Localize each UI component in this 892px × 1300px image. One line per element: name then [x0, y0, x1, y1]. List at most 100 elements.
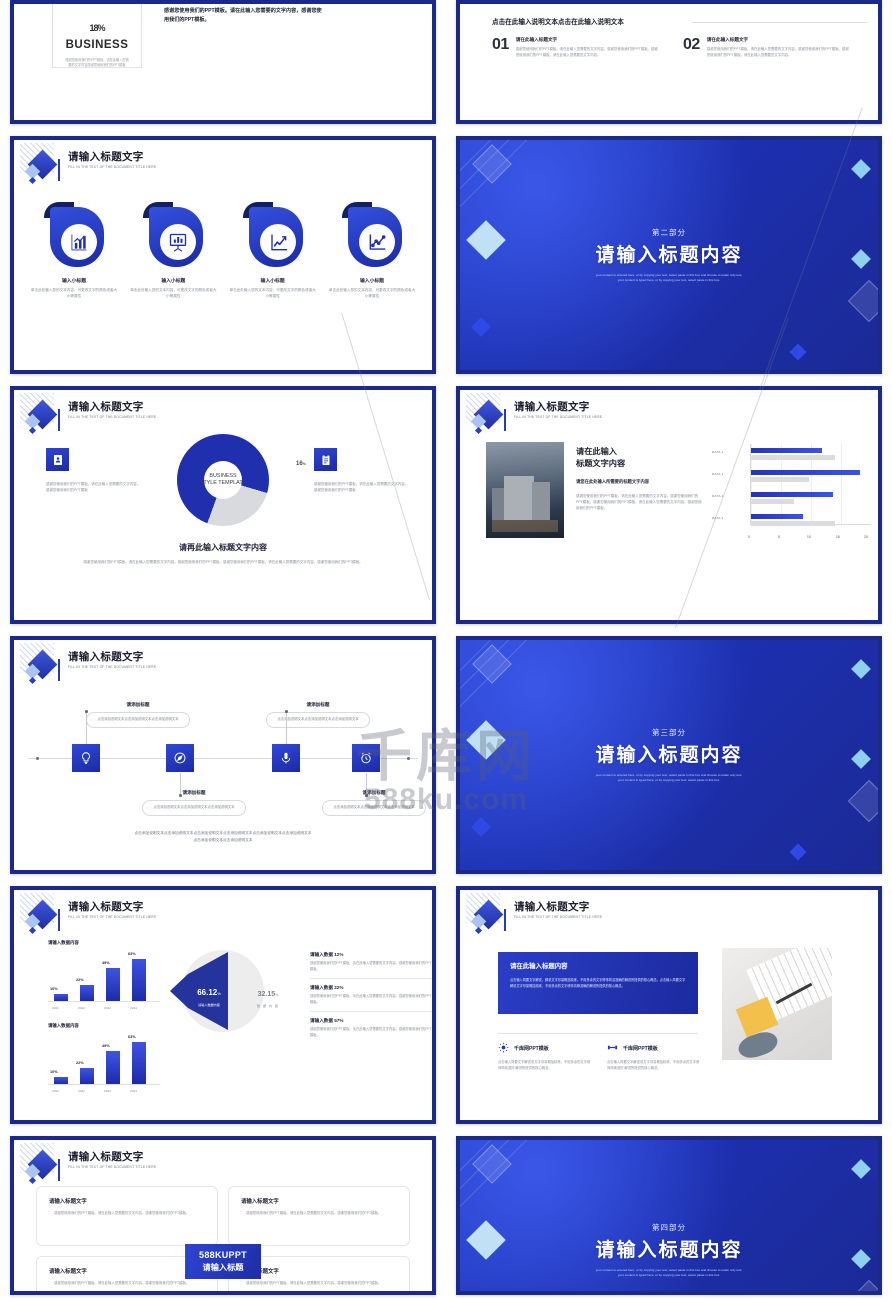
item-body: 感谢您使用我们的PPT模板。请在此输入您需要的文字内容。感谢您使用我们的PPT模…	[310, 994, 432, 1004]
slide-9[interactable]: 请输入标题文字 FILL IN THE TEXT OF THE DOCUMENT…	[10, 886, 436, 1124]
slide-cell-9[interactable]: 请输入标题文字 FILL IN THE TEXT OF THE DOCUMENT…	[0, 880, 446, 1130]
donut-center-label: BUSINESS STYLE TEMPLATE	[193, 473, 253, 487]
feature-item[interactable]: 输入小标题 单击此处输入您的文本内容，可更改文字的颜色或者大小等属性	[30, 202, 118, 300]
city-skyline-photo	[486, 442, 564, 538]
slide-subtitle: FILL IN THE TEXT OF THE DOCUMENT TITLE H…	[514, 415, 603, 419]
slide-3[interactable]: 请输入标题文字 FILL IN THE TEXT OF THE DOCUMENT…	[10, 136, 436, 374]
timeline-caption: 请添加标题 点击添加说明文本点击添加说明文本点击添加说明文本	[266, 702, 370, 728]
stat-number: 18%	[53, 11, 141, 37]
card-body: 感谢您使用我们的PPT模板。请在此输入您需要的文字内容。感谢您使用我们的PPT模…	[240, 1280, 397, 1287]
slide1-body: 感谢您使用我们的PPT模板。请在此输入您需要的文字内容。感谢您使用我们的PPT模…	[164, 4, 324, 25]
stat-caption: 感谢您使用我们的PPT模板。请在此输入您需要的文字内容感谢您使用我们的PPT模板	[65, 58, 129, 67]
title-line2: 标题文字内容	[576, 459, 626, 468]
item-body: 感谢您使用我们的PPT模板。请在此输入您需要的文字内容。感谢您使用我们的PPT模…	[515, 47, 658, 57]
slide-cell-2[interactable]: 点击在此输入说明文本点击在此输入说明文本 01 请在此输入标题文字 感谢您使用我…	[446, 0, 892, 130]
slide-cell-5[interactable]: 请输入标题文字 FILL IN THE TEXT OF THE DOCUMENT…	[0, 380, 446, 630]
slide-cell-12[interactable]: 第四部分 请输入标题内容 your content is entered her…	[446, 1130, 892, 1295]
chart-title: 请输入数据内容	[48, 940, 79, 945]
slide-subtitle: FILL IN THE TEXT OF THE DOCUMENT TITLE H…	[68, 665, 157, 669]
chart-title: 请输入数据内容	[48, 1023, 79, 1028]
bar-category-label: DATA 1	[712, 472, 724, 476]
microphone-icon[interactable]	[272, 744, 300, 772]
footer-title: 请再此输入标题文字内容	[179, 543, 267, 552]
desk-keyboard-notes-photo	[722, 948, 832, 1060]
bar-category-label: DATA 1	[712, 516, 724, 520]
slide-header: 请输入标题文字 FILL IN THE TEXT OF THE DOCUMENT…	[466, 393, 603, 439]
slide-cell-6[interactable]: 请输入标题文字 FILL IN THE TEXT OF THE DOCUMENT…	[446, 380, 892, 630]
slide-subtitle: FILL IN THE TEXT OF THE DOCUMENT TITLE H…	[68, 915, 157, 919]
donut-center-line1: BUSINESS	[209, 472, 237, 479]
slide-title: 请输入标题文字	[514, 901, 590, 913]
caption-body: 点击添加说明文本点击添加说明文本点击添加说明文本	[86, 712, 190, 728]
bar-value: 22%	[76, 978, 84, 982]
slide-cell-11[interactable]: 请输入标题文字 FILL IN THE TEXT OF THE DOCUMENT…	[0, 1130, 446, 1295]
clipboard-icon	[314, 448, 337, 471]
list-item: 请输入数据 57% 感谢您使用我们的PPT模板。请在此输入您需要的文字内容。感谢您…	[310, 1011, 432, 1044]
bar-value: 10%	[50, 987, 58, 991]
x-tick: 2023	[104, 1089, 111, 1093]
x-tick: 10	[807, 535, 811, 539]
slide-cell-7[interactable]: 请输入标题文字 FILL IN THE TEXT OF THE DOCUMENT…	[0, 630, 446, 880]
slide-title: 请输入标题文字	[68, 1151, 144, 1163]
info-card: 请输入标题文字感谢您使用我们的PPT模板。请在此输入您需要的文字内容。感谢您使用…	[228, 1186, 410, 1246]
slide-subtitle: FILL IN THE TEXT OF THE DOCUMENT TITLE H…	[68, 1165, 157, 1169]
timeline-caption: 请添加标题 点击添加说明文本点击添加说明文本点击添加说明文本	[142, 790, 246, 816]
slide-10[interactable]: 请输入标题文字 FILL IN THE TEXT OF THE DOCUMENT…	[456, 886, 882, 1124]
divider	[498, 1033, 698, 1034]
x-tick: 0	[748, 535, 750, 539]
bar-category-label: DATA 1	[712, 450, 724, 454]
slide2-heading: 点击在此输入说明文本点击在此输入说明文本	[492, 19, 624, 26]
slide-7[interactable]: 请输入标题文字 FILL IN THE TEXT OF THE DOCUMENT…	[10, 636, 436, 874]
compass-icon[interactable]	[166, 744, 194, 772]
slide-cell-4[interactable]: 第二部分 请输入标题内容 your content is entered her…	[446, 130, 892, 380]
slide-5[interactable]: 请输入标题文字 FILL IN THE TEXT OF THE DOCUMENT…	[10, 386, 436, 624]
slide-6[interactable]: 请输入标题文字 FILL IN THE TEXT OF THE DOCUMENT…	[456, 386, 882, 624]
feature-body: 点击输入简要文字解说说文字尽量概括精炼，不用多余的文字修饰简晰准的 解说所提供的…	[607, 1060, 700, 1070]
caption-body: 点击添加说明文本点击添加说明文本点击添加说明文本	[142, 800, 246, 816]
feature-title: 千库网PPT模板	[623, 1046, 658, 1052]
slide-cell-8[interactable]: 第三部分 请输入标题内容 your content is entered her…	[446, 630, 892, 880]
lightbulb-icon[interactable]	[72, 744, 100, 772]
item-title: 请在此输入标题文字	[515, 37, 558, 42]
section-en-2: your content is typed here, or by copyin…	[617, 278, 721, 282]
feature-item[interactable]: 输入小标题 单击此处输入您的文本内容，可更改文字的颜色或者大小等属性	[129, 202, 217, 300]
side-text-left: 感谢您使用我们的PPT模板。请在此输入您需要的文字内容。感谢您使用我们的PPT模…	[46, 482, 141, 493]
slide-section-4[interactable]: 第四部分 请输入标题内容 your content is entered her…	[456, 1136, 882, 1295]
card-body: 感谢您使用我们的PPT模板。请在此输入您需要的文字内容。感谢您使用我们的PPT模…	[48, 1210, 205, 1217]
bar-chart-growth-icon	[61, 224, 97, 260]
feature-body: 单击此处输入您的文本内容，可更改文字的颜色或者大小等属性	[229, 288, 316, 298]
section-title: 请输入标题内容	[595, 1240, 743, 1261]
footer-line2: 点击添加说明文本点击添加说明文本	[193, 838, 253, 842]
slide-cell-1[interactable]: 18% BUSINESS 感谢您使用我们的PPT模板。请在此输入您需要的文字内容…	[0, 0, 446, 130]
feature-item[interactable]: 输入小标题 单击此处输入您的文本内容，可更改文字的颜色或者大小等属性	[229, 202, 317, 300]
bar-value: 49%	[102, 1044, 110, 1048]
slide-subtitle: FILL IN THE TEXT OF THE DOCUMENT TITLE H…	[514, 915, 603, 919]
slide-section-2[interactable]: 第二部分 请输入标题内容 your content is entered her…	[456, 136, 882, 374]
item-title: 请输入数据 22%	[310, 985, 344, 991]
slide-section-3[interactable]: 第三部分 请输入标题内容 your content is entered her…	[456, 636, 882, 874]
stat-box: 18% BUSINESS 感谢您使用我们的PPT模板。请在此输入您需要的文字内容…	[52, 4, 142, 68]
feature-item[interactable]: 输入小标题 单击此处输入您的文本内容，可更改文字的颜色或者大小等属性	[328, 202, 416, 300]
section-en-1: your content is entered here, or by copy…	[595, 1268, 743, 1272]
section-part: 第四部分	[652, 1223, 686, 1232]
x-tick: 2024	[130, 1006, 137, 1010]
item-body: 感谢您使用我们的PPT模板。请在此输入您需要的文字内容。感谢您使用我们的PPT模…	[310, 1027, 432, 1037]
footer-line1: 点击添加说明文本点击添加说明文本点击添加说明文本点击添加说明文本点击添加说明文本…	[134, 831, 312, 835]
side-text-right: 感谢您使用我们的PPT模板。请在此输入您需要的文字内容。感谢您使用我们的PPT模…	[314, 482, 409, 493]
bar-chart-1: 请输入数据内容 10% 2021 22% 2022 49% 2023 63% 2024	[48, 940, 160, 1010]
timeline-caption: 请添加标题 点击添加说明文本点击添加说明文本点击添加说明文本	[322, 790, 426, 816]
slide-1[interactable]: 18% BUSINESS 感谢您使用我们的PPT模板。请在此输入您需要的文字内容…	[10, 0, 436, 124]
feature-title: 输入小标题	[62, 279, 86, 284]
caption-body: 点击添加说明文本点击添加说明文本点击添加说明文本	[322, 800, 426, 816]
slide-11[interactable]: 请输入标题文字 FILL IN THE TEXT OF THE DOCUMENT…	[10, 1136, 436, 1295]
slide-cell-10[interactable]: 请输入标题文字 FILL IN THE TEXT OF THE DOCUMENT…	[446, 880, 892, 1130]
slide-2[interactable]: 点击在此输入说明文本点击在此输入说明文本 01 请在此输入标题文字 感谢您使用我…	[456, 0, 882, 124]
item-number: 02	[683, 36, 700, 53]
slide-cell-3[interactable]: 请输入标题文字 FILL IN THE TEXT OF THE DOCUMENT…	[0, 130, 446, 380]
item-title: 请在此输入标题文字	[706, 37, 749, 42]
feature-body: 单击此处输入您的文本内容，可更改文字的颜色或者大小等属性	[328, 288, 416, 298]
slide-subtitle: FILL IN THE TEXT OF THE DOCUMENT TITLE H…	[68, 415, 157, 419]
alarm-clock-icon[interactable]	[352, 744, 380, 772]
slide-title: 请输入标题文字	[68, 651, 144, 663]
slide5-footer: 请再此输入标题文字内容 感谢您使用我们的PPT模板。请在此输入您需要的文字内容。…	[14, 542, 432, 565]
